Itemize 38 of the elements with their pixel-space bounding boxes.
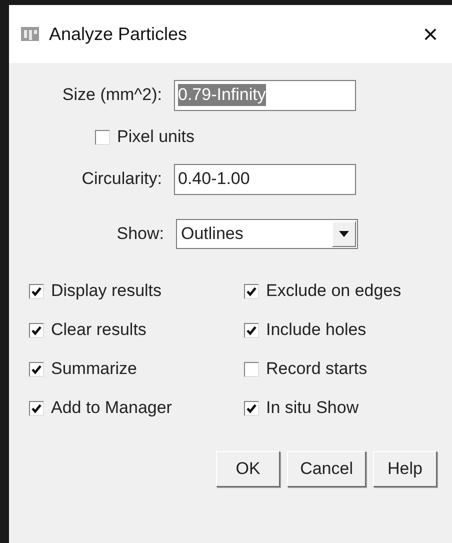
check-icon (246, 324, 257, 336)
checkbox[interactable] (29, 322, 44, 338)
dialog-button[interactable]: Cancel (287, 451, 366, 487)
dropdown[interactable]: Outlines (176, 219, 358, 249)
check-icon (31, 402, 42, 414)
checkbox[interactable] (244, 284, 259, 298)
check-icon (31, 286, 42, 296)
checkbox[interactable] (244, 362, 259, 376)
checkbox[interactable] (244, 322, 259, 338)
field-label: Size (mm^2): (61, 84, 163, 106)
dialog-button[interactable]: OK (216, 451, 280, 487)
dialog-button[interactable]: Help (373, 451, 437, 487)
field-label: Show: (116, 223, 165, 246)
text-field[interactable]: 0.40-1.00 (174, 164, 356, 194)
checkbox-option[interactable]: Summarize (29, 357, 244, 381)
checkbox[interactable] (244, 400, 259, 416)
checkbox-option[interactable]: In situ Show (244, 396, 452, 420)
check-icon (31, 364, 42, 374)
checkbox-option[interactable]: Clear results (29, 318, 244, 342)
checkbox-option[interactable]: Include holes (244, 318, 452, 342)
checkbox-option[interactable]: Record starts (244, 357, 452, 381)
window-title: Analyze Particles (49, 22, 188, 46)
checkbox-option[interactable]: Display results (29, 279, 244, 303)
checkbox-option[interactable]: Pixel units (95, 125, 452, 149)
app-icon (21, 26, 39, 42)
checkbox[interactable] (29, 400, 44, 416)
checkbox-option[interactable]: Exclude on edges (244, 279, 452, 303)
check-icon (246, 286, 257, 296)
check-icon (31, 324, 42, 336)
checkbox[interactable] (95, 130, 110, 144)
close-button[interactable]: × (418, 21, 442, 47)
text-field[interactable]: 0.79-Infinity (174, 80, 356, 110)
checkbox[interactable] (29, 284, 44, 298)
checkbox[interactable] (29, 362, 44, 376)
checkbox-option[interactable]: Add to Manager (29, 396, 244, 420)
check-icon (246, 402, 257, 414)
caret-icon (339, 231, 349, 237)
field-label: Circularity: (80, 168, 163, 190)
